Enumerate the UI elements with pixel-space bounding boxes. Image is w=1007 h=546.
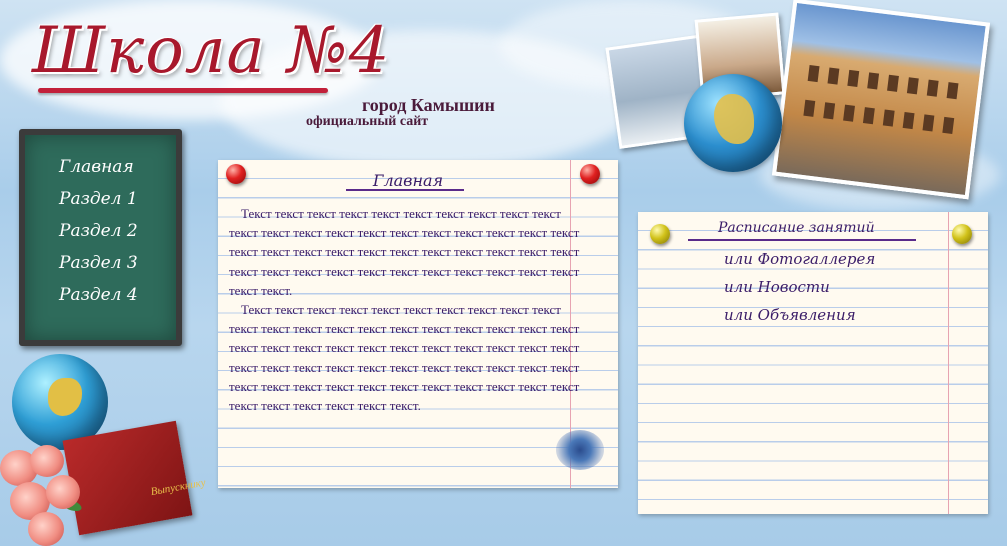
side-panel: Расписание занятий или Фотогаллерея или … [638,212,988,514]
menu-item-section-3[interactable]: Раздел 3 [25,247,176,279]
main-heading: Главная [372,171,444,190]
globe-image [684,74,782,172]
book-label: Выпускнику [149,476,207,499]
link-photo-gallery[interactable]: или Фотогаллерея [724,250,875,268]
main-paragraph-2: Текст текст текст текст текст текст текс… [229,302,580,414]
graduation-book: Выпускнику [62,420,207,536]
pushpin-icon [226,164,246,184]
menu-item-section-4[interactable]: Раздел 4 [25,279,176,311]
heading-underline [688,239,916,241]
menu-item-section-1[interactable]: Раздел 1 [25,183,176,215]
pushpin-icon [952,224,972,244]
rose-icon [30,445,64,477]
schedule-heading: Расписание занятий [718,220,875,236]
header-photo-collage [590,0,1000,200]
title-underline [38,88,328,93]
paper-margin-line [948,212,949,514]
link-announcements[interactable]: или Объявления [724,306,856,324]
city-name: город Камышин [362,95,495,115]
pushpin-icon [650,224,670,244]
heading-underline [346,189,464,191]
ink-blot [556,430,604,470]
main-content-panel: Главная Текст текст текст текст текст те… [218,160,618,488]
pushpin-icon [580,164,600,184]
menu-item-home[interactable]: Главная [25,151,176,183]
site-tagline: официальный сайт [306,114,429,129]
main-paragraph-1: Текст текст текст текст текст текст текс… [229,206,580,298]
rose-icon [28,512,64,546]
school-decoration: Выпускнику [0,350,207,546]
school-building-photo [771,0,991,200]
site-title: Школа №4 [32,14,391,88]
rose-icon [46,475,80,509]
link-news[interactable]: или Новости [724,278,830,296]
chalkboard-menu: Главная Раздел 1 Раздел 2 Раздел 3 Разде… [19,129,182,346]
menu-item-section-2[interactable]: Раздел 2 [25,215,176,247]
